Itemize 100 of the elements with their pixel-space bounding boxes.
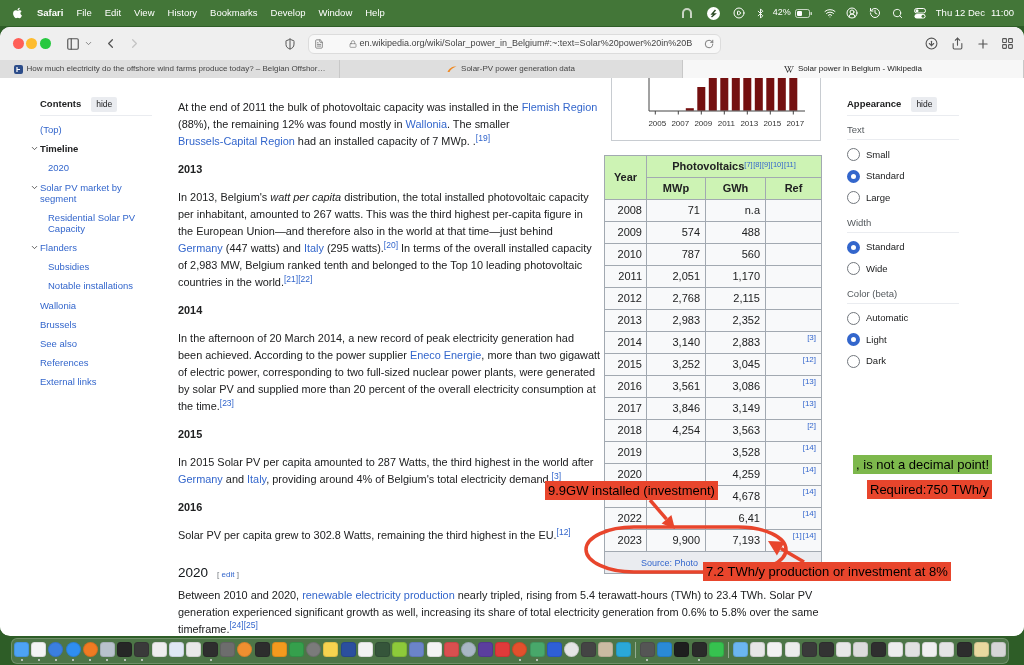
radio-label[interactable]: Automatic xyxy=(866,311,909,326)
browser-tab[interactable]: Solar power in Belgium - Wikipedia xyxy=(683,60,1024,78)
hide-button[interactable]: hide xyxy=(911,97,938,112)
radio-label[interactable]: Small xyxy=(866,147,890,162)
radio-label[interactable]: Standard xyxy=(866,240,905,255)
app-icon[interactable] xyxy=(615,641,631,657)
window-thumbnail[interactable] xyxy=(819,641,834,657)
radio-label[interactable]: Wide xyxy=(866,261,888,276)
reload-icon[interactable] xyxy=(703,38,714,49)
citation-link[interactable]: [14] xyxy=(802,487,817,496)
radio-button[interactable] xyxy=(847,148,860,162)
toc-link[interactable]: 2020 xyxy=(48,158,70,178)
citation-link[interactable]: [14] xyxy=(802,443,817,452)
citation-link[interactable]: [19] xyxy=(475,132,490,143)
radio-button[interactable] xyxy=(847,311,860,325)
toc-link[interactable]: Residential Solar PV Capacity xyxy=(48,207,152,238)
app-icon[interactable] xyxy=(357,641,373,657)
toc-link[interactable]: (Top) xyxy=(40,120,62,140)
window-thumbnail[interactable] xyxy=(750,641,766,657)
link[interactable]: Brussels-Capital Region xyxy=(178,135,295,147)
close-button[interactable] xyxy=(12,38,24,49)
app-icon[interactable] xyxy=(392,641,408,657)
window-thumbnail[interactable] xyxy=(870,641,886,657)
hide-button[interactable]: hide xyxy=(91,97,118,112)
citation-link[interactable]: [3] xyxy=(807,333,817,342)
app-icon[interactable] xyxy=(151,641,167,657)
window-thumbnail[interactable] xyxy=(784,641,800,657)
app-icon[interactable] xyxy=(564,641,579,657)
toggles-icon[interactable] xyxy=(913,7,926,19)
window-thumbnail[interactable] xyxy=(887,641,903,657)
menu-time[interactable]: 11:00 xyxy=(990,5,1014,21)
battery-icon[interactable] xyxy=(794,8,812,18)
app-icon[interactable] xyxy=(237,641,253,657)
app-icon[interactable] xyxy=(271,641,287,657)
window-thumbnail[interactable] xyxy=(853,641,869,657)
bolt-icon[interactable] xyxy=(706,6,720,20)
menu-item[interactable]: Window xyxy=(318,5,353,21)
app-icon[interactable] xyxy=(708,641,724,657)
menu-item[interactable]: File xyxy=(76,5,92,21)
window-thumbnail[interactable] xyxy=(767,641,783,657)
radio-button[interactable] xyxy=(847,333,860,347)
menu-item[interactable]: Edit xyxy=(104,5,122,21)
toc-link[interactable]: Brussels xyxy=(40,314,77,334)
page-icon[interactable] xyxy=(313,38,324,49)
menu-item[interactable]: Help xyxy=(365,5,385,21)
window-thumbnail[interactable] xyxy=(836,641,852,657)
radio-button[interactable] xyxy=(847,240,860,254)
citation-link[interactable]: [20] xyxy=(383,239,398,250)
link[interactable]: Germany xyxy=(178,473,223,485)
window-thumbnail[interactable] xyxy=(939,641,955,657)
clock-icon[interactable] xyxy=(868,7,881,19)
link[interactable]: Wallonia xyxy=(405,118,447,130)
radio-button[interactable] xyxy=(847,191,860,205)
toc-link[interactable]: Flanders xyxy=(40,237,77,258)
folder-icon[interactable] xyxy=(733,641,749,657)
search-icon[interactable] xyxy=(891,7,903,19)
citation-link[interactable]: [3] xyxy=(551,470,562,481)
app-icon[interactable] xyxy=(323,641,339,657)
citation-link[interactable]: [12] xyxy=(802,355,817,364)
window-thumbnail[interactable] xyxy=(922,641,938,657)
menu-date[interactable]: Thu 12 Dec xyxy=(935,5,985,21)
user-icon[interactable] xyxy=(845,7,858,19)
app-icon[interactable] xyxy=(168,641,184,657)
trash-icon[interactable] xyxy=(990,641,1006,657)
source-link[interactable]: Source: Photo xyxy=(641,558,699,569)
arch-icon[interactable] xyxy=(680,7,693,19)
app-icon[interactable] xyxy=(14,641,29,657)
app-icon[interactable] xyxy=(426,641,442,657)
citation-link[interactable]: [14] xyxy=(802,509,817,518)
shield-icon[interactable] xyxy=(283,37,296,50)
apple-icon[interactable] xyxy=(12,7,23,19)
citation-link[interactable]: [13] xyxy=(802,377,817,386)
citation-link[interactable]: [12] xyxy=(556,526,571,537)
toc-link[interactable]: Subsidies xyxy=(48,257,90,277)
app-menu[interactable]: Safari xyxy=(37,5,64,21)
app-icon[interactable] xyxy=(185,641,201,657)
link[interactable]: renewable electricity production xyxy=(302,588,455,601)
link[interactable]: Flemish Region xyxy=(521,101,598,113)
radio-label[interactable]: Large xyxy=(866,190,891,205)
url-text[interactable]: en.wikipedia.org/wiki/Solar_power_in_Belgium#:~:text=Solar%20power%20in%20B xyxy=(359,36,693,51)
play-icon[interactable] xyxy=(732,7,745,19)
download-icon[interactable] xyxy=(924,37,938,50)
toc-link[interactable]: Notable installations xyxy=(48,276,134,296)
app-icon[interactable] xyxy=(203,641,219,657)
app-icon[interactable] xyxy=(134,641,150,657)
app-icon[interactable] xyxy=(674,641,690,657)
radio-label[interactable]: Light xyxy=(866,332,887,347)
window-thumbnail[interactable] xyxy=(801,641,817,657)
link[interactable]: Germany xyxy=(178,242,223,254)
app-icon[interactable] xyxy=(254,641,270,657)
sidebar-icon[interactable] xyxy=(65,36,80,51)
menu-item[interactable]: View xyxy=(134,5,155,21)
share-icon[interactable] xyxy=(950,37,964,50)
link[interactable]: Italy xyxy=(303,242,324,254)
citation-link[interactable]: [1] xyxy=(792,531,802,540)
app-icon[interactable] xyxy=(598,641,614,657)
menu-item[interactable]: Bookmarks xyxy=(210,5,258,21)
radio-button[interactable] xyxy=(847,169,860,183)
toc-link[interactable]: Solar PV market by segment xyxy=(40,177,152,208)
radio-label[interactable]: Dark xyxy=(866,354,887,369)
